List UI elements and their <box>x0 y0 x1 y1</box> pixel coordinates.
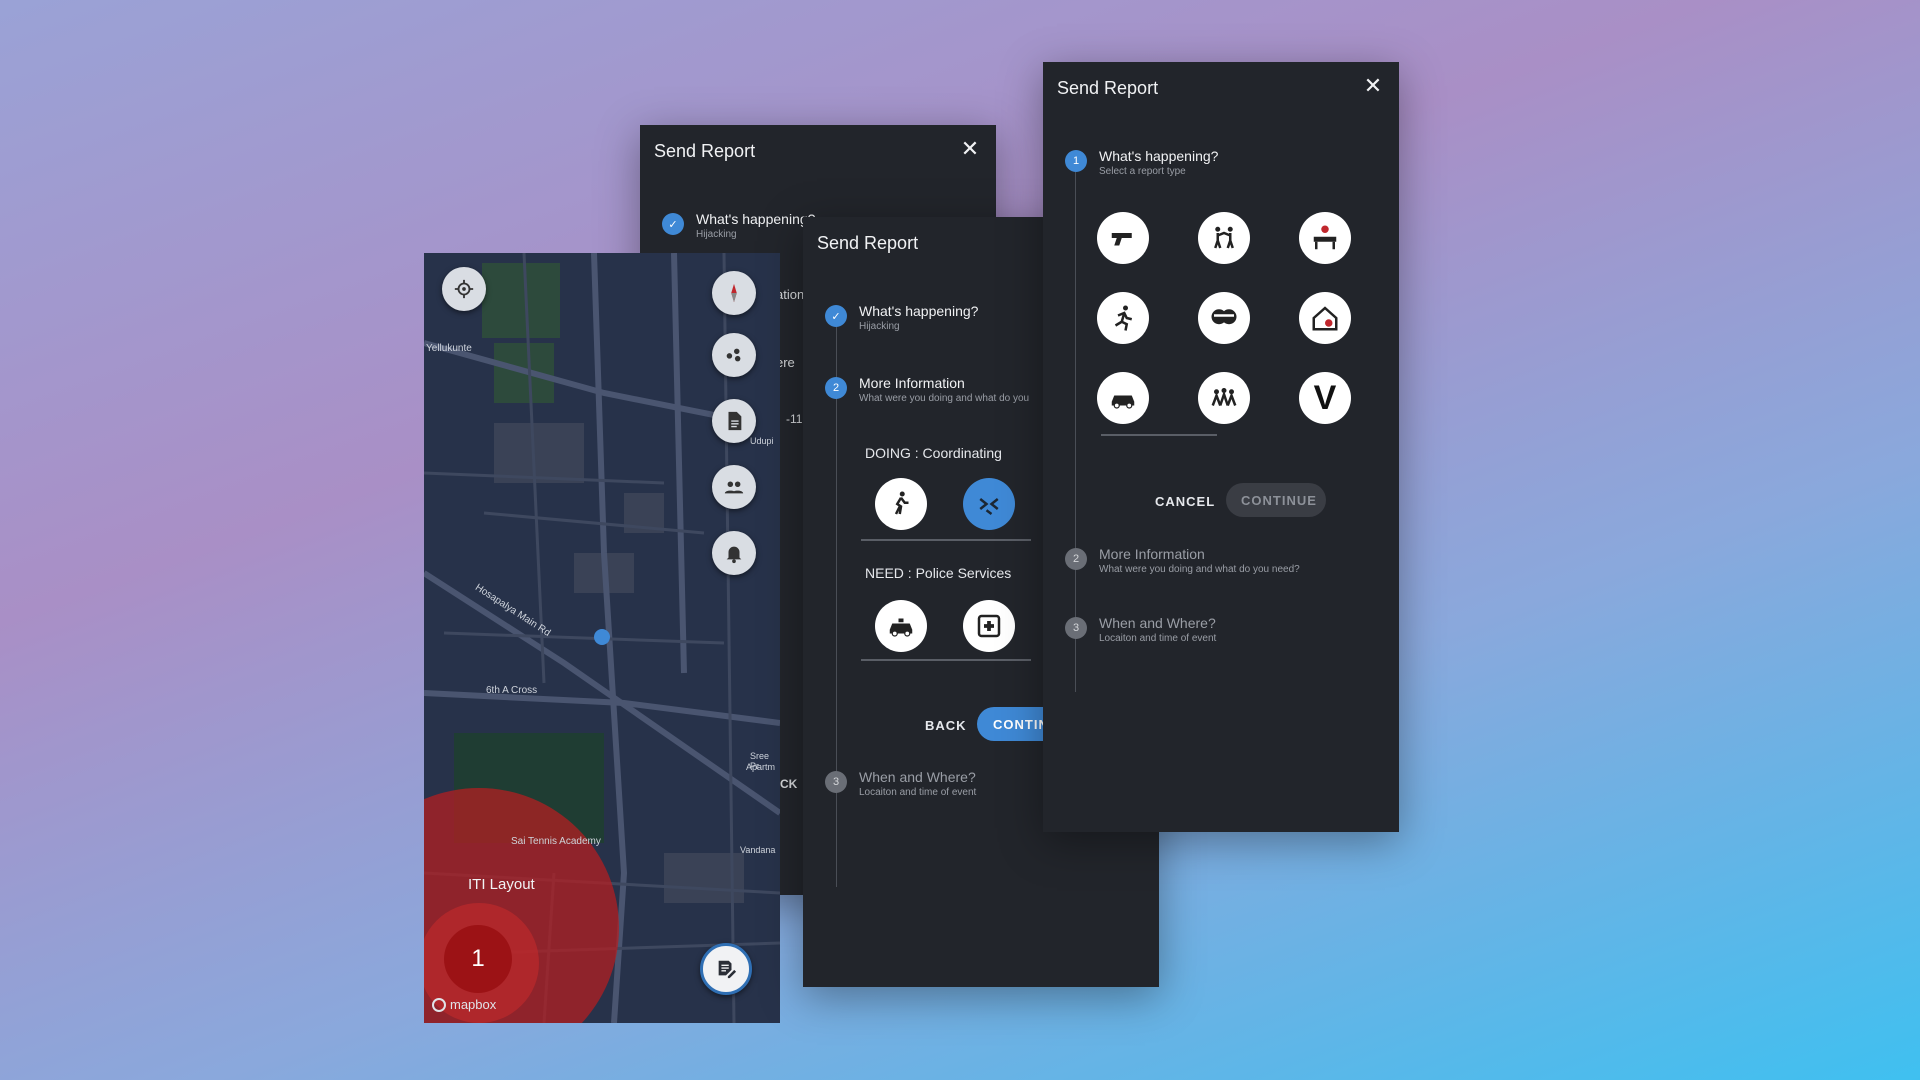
send-report-panel-front: Send Report ✕ 1 What's happening? Select… <box>1043 62 1399 832</box>
gun-icon <box>1111 233 1132 246</box>
partial-text: CK <box>780 777 798 791</box>
doing-label: DOING : Coordinating <box>865 445 1002 461</box>
panel-title: Send Report <box>1057 78 1159 98</box>
locate-me-button[interactable] <box>442 267 486 311</box>
car-hijack-icon <box>1111 395 1135 409</box>
house-break-in-icon <box>1312 306 1338 331</box>
fight-icon <box>1214 226 1234 249</box>
step-number: 2 <box>1065 548 1087 570</box>
partial-text: -11 <box>786 412 803 426</box>
report-type-running-button[interactable] <box>1097 292 1149 344</box>
document-icon <box>728 411 742 431</box>
divider <box>861 659 1031 661</box>
cluster-count: 1 <box>471 945 485 972</box>
step-subtitle: Locaiton and time of event <box>859 787 977 798</box>
medical-cross-icon <box>977 614 1001 638</box>
step-title: What's happening? <box>696 211 816 227</box>
cancel-button[interactable]: CANCEL <box>1155 494 1215 509</box>
crosshair-icon <box>454 279 474 299</box>
step-title: What's happening? <box>859 303 979 319</box>
police-car-icon <box>889 618 913 637</box>
bell-icon <box>726 546 742 564</box>
close-icon[interactable]: ✕ <box>960 138 980 160</box>
compass-button[interactable] <box>712 271 756 315</box>
step-number: 2 <box>825 377 847 399</box>
scroll-indicator[interactable] <box>1101 434 1217 436</box>
compass-icon <box>731 283 737 303</box>
step-number: 3 <box>1065 617 1087 639</box>
share-nodes-icon <box>726 348 741 362</box>
divider <box>861 539 1031 541</box>
report-type-group-button[interactable] <box>1198 372 1250 424</box>
stepper-line <box>836 327 837 887</box>
step-more-information[interactable]: 2 More Information What were you doing a… <box>825 375 1029 404</box>
roadblock-icon <box>1313 225 1337 250</box>
check-icon: ✓ <box>662 213 684 235</box>
notifications-button[interactable] <box>712 531 756 575</box>
incident-cluster-badge[interactable]: 1 <box>444 925 512 993</box>
layers-button[interactable] <box>712 333 756 377</box>
panel-title: Send Report <box>654 141 756 161</box>
report-type-house-button[interactable] <box>1299 292 1351 344</box>
step-whats-happening[interactable]: 1 What's happening? Select a report type <box>1065 148 1218 177</box>
walking-person-icon <box>894 491 909 515</box>
report-type-v-button[interactable]: V <box>1299 372 1351 424</box>
close-icon[interactable]: ✕ <box>1363 75 1383 97</box>
medical-option-button[interactable] <box>963 600 1015 652</box>
step-title: More Information <box>859 375 965 391</box>
report-type-car-button[interactable] <box>1097 372 1149 424</box>
map-view[interactable]: Yellukunte Hosapalya Main Rd 6th A Cross… <box>424 253 780 1023</box>
v-icon: V <box>1313 378 1337 417</box>
step-subtitle: Hijacking <box>859 321 900 332</box>
coordinating-option-button[interactable] <box>963 478 1015 530</box>
stepper-line <box>1075 172 1076 692</box>
map-area-label: ITI Layout <box>468 876 535 893</box>
mapbox-logo-icon <box>432 997 446 1012</box>
partial-text: ation <box>776 287 805 302</box>
groups-button[interactable] <box>712 465 756 509</box>
police-option-button[interactable] <box>875 600 927 652</box>
report-type-fight-button[interactable] <box>1198 212 1250 264</box>
step-subtitle: What were you doing and what do you need… <box>1099 564 1300 575</box>
map-place-label: Udupi <box>750 436 774 446</box>
need-label: NEED : Police Services <box>865 565 1012 581</box>
step-whats-happening[interactable]: ✓ What's happening? Hijacking <box>825 303 978 332</box>
walking-option-button[interactable] <box>875 478 927 530</box>
map-place-label: Yellukunte <box>426 343 472 354</box>
step-number: 3 <box>825 771 847 793</box>
step-subtitle: Locaiton and time of event <box>1099 633 1217 644</box>
step-title: When and Where? <box>859 769 976 785</box>
back-button[interactable]: BACK <box>925 718 967 733</box>
step-title: What's happening? <box>1099 148 1219 164</box>
step-more-information[interactable]: 2 More Information What were you doing a… <box>1065 546 1300 575</box>
edit-note-icon <box>718 960 737 979</box>
coordinating-icon <box>979 498 999 515</box>
step-when-and-where[interactable]: 3 When and Where? Locaiton and time of e… <box>825 769 976 798</box>
people-icon <box>724 481 744 494</box>
map-place-label: Apartm <box>746 762 776 772</box>
running-person-icon <box>1114 305 1133 331</box>
step-whats-happening[interactable]: ✓ What's happening? Hijacking <box>662 211 815 240</box>
new-report-button[interactable] <box>700 943 752 995</box>
step-number: 1 <box>1065 150 1087 172</box>
step-when-and-where[interactable]: 3 When and Where? Locaiton and time of e… <box>1065 615 1216 644</box>
step-subtitle: Hijacking <box>696 229 737 240</box>
report-type-roadblock-button[interactable] <box>1299 212 1351 264</box>
map-place-label: Vandana <box>740 845 776 855</box>
map-place-label: Sai Tennis Academy <box>511 836 601 847</box>
check-icon: ✓ <box>825 305 847 327</box>
map-road-label: 6th A Cross <box>486 685 538 696</box>
step-title: More Information <box>1099 546 1205 562</box>
report-type-masked-thieves-button[interactable] <box>1198 292 1250 344</box>
report-type-gun-button[interactable] <box>1097 212 1149 264</box>
continue-button[interactable]: CONTINUE <box>1226 483 1326 517</box>
masked-thieves-icon <box>1211 309 1237 325</box>
step-subtitle: Select a report type <box>1099 166 1186 177</box>
group-assault-icon <box>1211 388 1237 406</box>
reports-button[interactable] <box>712 399 756 443</box>
mapbox-attribution: mapbox <box>432 997 496 1012</box>
step-title: When and Where? <box>1099 615 1216 631</box>
panel-title: Send Report <box>817 233 919 253</box>
step-subtitle: What were you doing and what do you <box>859 393 1030 404</box>
